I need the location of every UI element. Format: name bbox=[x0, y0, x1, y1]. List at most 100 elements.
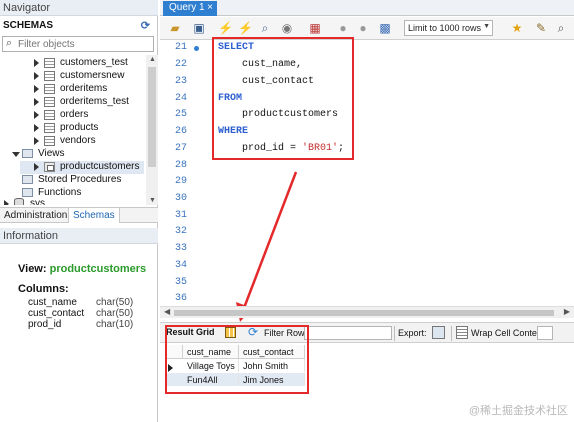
explain-icon[interactable]: ⌕ bbox=[258, 21, 272, 35]
tree-item-vendors[interactable]: vendors bbox=[20, 135, 144, 148]
column-type: char(10) bbox=[96, 319, 134, 330]
tree-item-products[interactable]: products bbox=[20, 122, 144, 135]
scroll-up-icon[interactable]: ▲ bbox=[149, 56, 156, 63]
execute-icon[interactable]: ⚡ bbox=[218, 21, 233, 35]
database-icon bbox=[14, 198, 24, 205]
arrow-line bbox=[242, 171, 298, 309]
line-number: 28 bbox=[174, 160, 187, 171]
tree-item-stored-procedures[interactable]: Stored Procedures bbox=[6, 174, 144, 187]
scrollbar-thumb[interactable] bbox=[174, 310, 554, 316]
limit-dropdown[interactable]: Limit to 1000 rows ▼ bbox=[404, 20, 493, 36]
divider bbox=[394, 326, 395, 341]
scroll-down-icon[interactable]: ▼ bbox=[149, 197, 156, 204]
line-number: 32 bbox=[174, 226, 187, 237]
line-number-gutter: 21 22 23 24 25 26 27 28 29 30 31 32 33 3… bbox=[160, 40, 206, 306]
line-number: 30 bbox=[174, 193, 187, 204]
scroll-right-icon[interactable]: ▶ bbox=[564, 307, 570, 316]
expand-arrow-icon[interactable] bbox=[34, 85, 39, 93]
filter-objects-input[interactable] bbox=[18, 38, 150, 50]
column-name: cust_contact bbox=[28, 308, 85, 319]
filter-rows-input[interactable] bbox=[304, 326, 392, 340]
tree-item-label: orders bbox=[60, 109, 89, 120]
table-icon bbox=[44, 71, 55, 81]
tree-item-sys[interactable]: sys bbox=[0, 198, 144, 205]
line-number: 34 bbox=[174, 260, 187, 271]
column-name: cust_name bbox=[28, 297, 77, 308]
brush-icon[interactable]: ✎ bbox=[534, 21, 548, 35]
line-number: 25 bbox=[174, 109, 187, 120]
tree-item-label: orderitems_test bbox=[60, 96, 129, 107]
expand-arrow-icon[interactable] bbox=[34, 163, 39, 171]
expand-arrow-icon[interactable] bbox=[34, 98, 39, 106]
tree-item-productcustomers[interactable]: productcustomers bbox=[20, 161, 144, 174]
tree-item-customersnew[interactable]: customersnew bbox=[20, 70, 144, 83]
stop-icon[interactable]: ◉ bbox=[280, 21, 294, 35]
tree-item-label: Stored Procedures bbox=[38, 174, 122, 185]
scroll-left-icon[interactable]: ◀ bbox=[164, 307, 170, 316]
refresh-icon[interactable]: ⟳ bbox=[141, 19, 150, 32]
search-icon[interactable]: ⌕ bbox=[554, 21, 568, 35]
table-icon bbox=[44, 84, 55, 94]
tree-item-label: sys bbox=[30, 198, 45, 205]
query-tab-bar: Query 1 × bbox=[160, 0, 574, 16]
close-icon[interactable]: × bbox=[207, 2, 213, 13]
tree-scrollbar[interactable]: ▲ ▼ bbox=[146, 55, 158, 205]
autocommit-icon[interactable]: ▩ bbox=[378, 21, 392, 35]
editor-horizontal-scrollbar[interactable]: ◀ ▶ bbox=[160, 306, 574, 318]
information-title: Information bbox=[0, 228, 158, 244]
tree-item-customers-test[interactable]: customers_test bbox=[20, 57, 144, 70]
search-icon: ⌕ bbox=[6, 37, 13, 49]
folder-icon bbox=[22, 149, 33, 158]
execute-current-icon[interactable]: ⚡ bbox=[238, 21, 253, 35]
column-row: prod_id char(10) bbox=[28, 319, 152, 331]
tree-item-label: products bbox=[60, 122, 99, 133]
wrap-cell-toggle[interactable] bbox=[537, 326, 553, 340]
line-number: 31 bbox=[174, 210, 187, 221]
rollback-icon[interactable]: ● bbox=[356, 21, 370, 35]
expand-arrow-icon[interactable] bbox=[34, 137, 39, 145]
table-icon bbox=[44, 123, 55, 133]
expand-arrow-icon[interactable] bbox=[34, 111, 39, 119]
divider bbox=[451, 326, 452, 341]
schemas-label: SCHEMAS bbox=[3, 20, 54, 31]
table-icon bbox=[44, 97, 55, 107]
tree-item-views[interactable]: Views bbox=[6, 148, 144, 161]
tab-label: Query 1 bbox=[169, 2, 205, 13]
tree-item-orderitems-test[interactable]: orderitems_test bbox=[20, 96, 144, 109]
line-number: 26 bbox=[174, 126, 187, 137]
scrollbar-thumb[interactable] bbox=[148, 67, 156, 167]
bookmark-icon[interactable]: ★ bbox=[510, 21, 524, 35]
save-icon[interactable]: ▣ bbox=[192, 21, 206, 35]
schema-tree: customers_test customersnew orderitems o… bbox=[0, 55, 146, 205]
expand-arrow-icon[interactable] bbox=[34, 59, 39, 67]
line-number: 33 bbox=[174, 243, 187, 254]
tab-query-1[interactable]: Query 1 × bbox=[163, 1, 217, 16]
toggle-icon[interactable]: ▦ bbox=[308, 21, 322, 35]
query-highlight-box bbox=[212, 37, 354, 160]
expand-arrow-icon[interactable] bbox=[34, 124, 39, 132]
tree-item-label: productcustomers bbox=[60, 161, 140, 172]
tree-item-label: Functions bbox=[38, 187, 82, 198]
tree-item-orders[interactable]: orders bbox=[20, 109, 144, 122]
view-name: productcustomers bbox=[49, 263, 147, 275]
expand-arrow-icon[interactable] bbox=[4, 200, 9, 205]
tab-schemas[interactable]: Schemas bbox=[68, 208, 120, 223]
filter-objects-field[interactable]: ⌕ bbox=[2, 36, 154, 52]
collapse-arrow-icon[interactable] bbox=[12, 152, 20, 157]
wrap-icon[interactable] bbox=[456, 326, 468, 339]
export-icon[interactable] bbox=[432, 326, 445, 339]
table-icon bbox=[44, 58, 55, 68]
tree-item-orderitems[interactable]: orderitems bbox=[20, 83, 144, 96]
column-type: char(50) bbox=[96, 308, 134, 319]
result-highlight-box bbox=[165, 325, 309, 394]
watermark: @稀土掘金技术社区 bbox=[468, 405, 568, 417]
line-number: 23 bbox=[174, 76, 187, 87]
commit-icon[interactable]: ● bbox=[336, 21, 350, 35]
expand-arrow-icon[interactable] bbox=[34, 72, 39, 80]
tab-administration[interactable]: Administration bbox=[0, 208, 71, 223]
view-icon bbox=[44, 162, 55, 172]
information-panel: View: productcustomers Columns: cust_nam… bbox=[0, 245, 158, 422]
export-label: Export: bbox=[398, 328, 427, 338]
folder-open-icon[interactable]: ▰ bbox=[168, 21, 182, 35]
tree-item-label: customersnew bbox=[60, 70, 125, 81]
